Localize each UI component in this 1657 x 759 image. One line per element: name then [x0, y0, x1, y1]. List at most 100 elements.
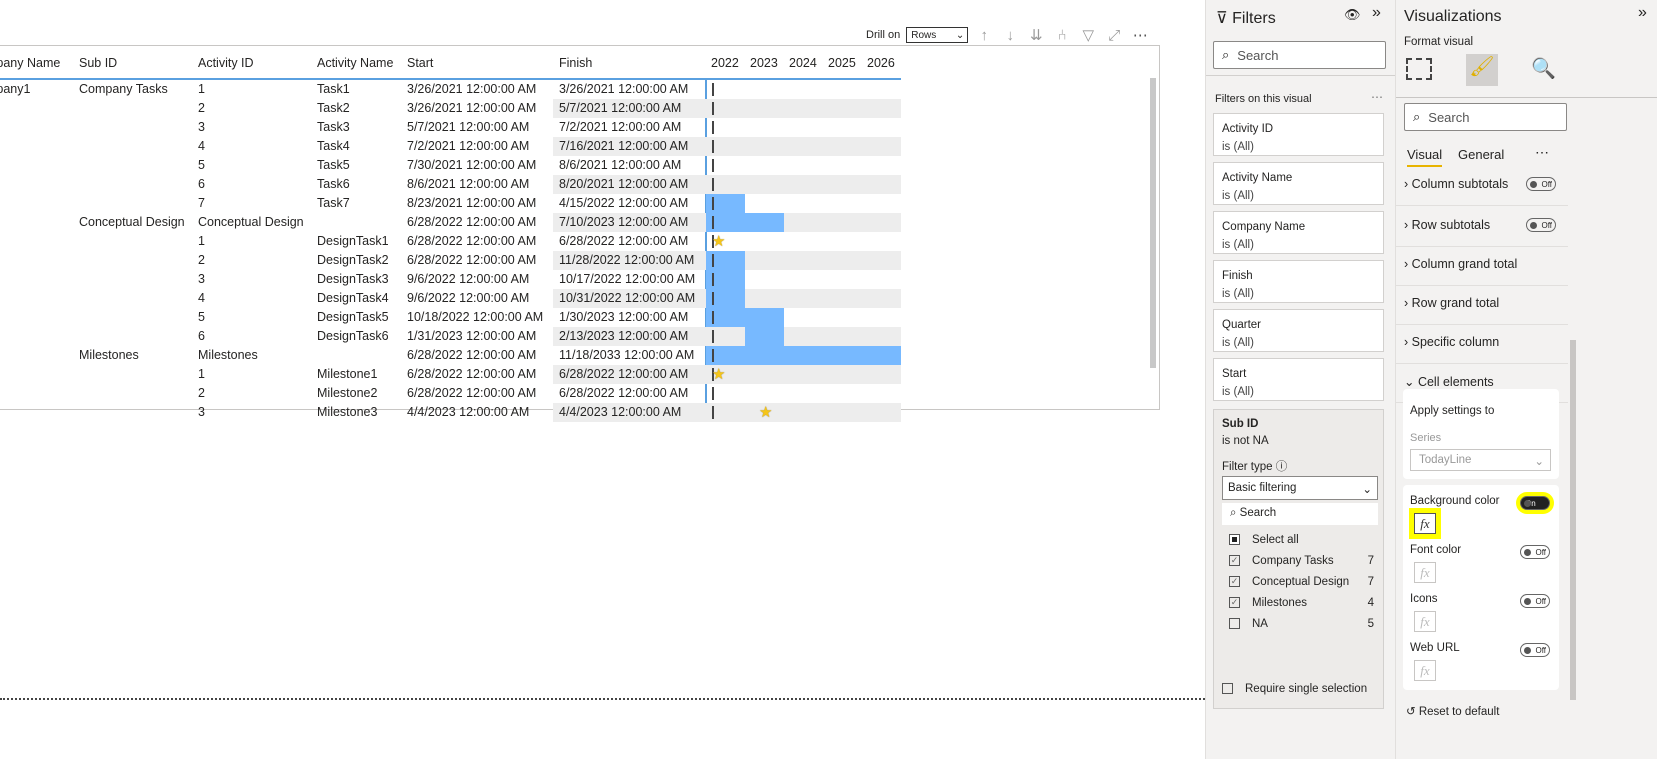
format-section[interactable]: ⌄ Cell elements [1404, 374, 1564, 389]
cell-id: 3 [198, 120, 205, 134]
conditional-format-fx-button[interactable]: fx [1414, 611, 1436, 632]
more-options-icon[interactable]: ⋯ [1371, 90, 1383, 104]
visualizations-search-input[interactable]: ⌕ Search [1404, 103, 1567, 131]
column-header[interactable]: Finish [559, 56, 592, 70]
build-visual-icon[interactable] [1406, 58, 1432, 80]
column-header[interactable]: Start [407, 56, 433, 70]
drill-on-select[interactable]: Rows ⌄ [906, 27, 969, 43]
cell-id: Milestones [198, 348, 258, 362]
toggle-on[interactable]: On [1520, 496, 1550, 510]
column-header[interactable]: Activity ID [198, 56, 254, 70]
cell-finish: 2/13/2023 12:00:00 AM [559, 329, 689, 343]
cell-option-label: Icons [1410, 593, 1438, 605]
filter-card[interactable]: Activity Name is (All) [1213, 162, 1384, 205]
table-row[interactable]: 7 Task7 8/23/2021 12:00:00 AM 4/15/2022 12:… [0, 194, 901, 213]
more-options-icon[interactable]: ⋯ [1130, 26, 1150, 44]
filter-value: is not NA [1222, 435, 1269, 447]
table-row[interactable]: 2 Task2 3/26/2021 12:00:00 AM 5/7/2021 12:0… [0, 99, 901, 118]
table-row[interactable]: 3 Task3 5/7/2021 12:00:00 AM 7/2/2021 12:00… [0, 118, 901, 137]
filter-option-checkbox[interactable]: NA 5 [1229, 618, 1374, 630]
year-column-header[interactable]: 2024 [789, 56, 817, 70]
reset-to-default-button[interactable]: ↺ Reset to default [1406, 704, 1499, 718]
filter-search-input[interactable]: ⌕ Search [1222, 503, 1378, 525]
filter-name: Finish [1222, 270, 1253, 282]
expand-hierarchy-icon[interactable]: ⑃ [1052, 27, 1072, 44]
require-single-selection-checkbox[interactable]: Require single selection [1222, 683, 1367, 695]
collapse-visualizations-icon[interactable]: » [1638, 4, 1647, 22]
conditional-format-fx-button[interactable]: fx [1414, 660, 1436, 681]
cell-finish: 4/15/2022 12:00:00 AM [559, 196, 689, 210]
year-column-header[interactable]: 2022 [711, 56, 739, 70]
toggle-off[interactable]: Off [1520, 594, 1550, 608]
cell-finish: 6/28/2022 12:00:00 AM [559, 234, 689, 248]
column-header[interactable]: Company Name [0, 56, 60, 70]
milestone-star-icon: ★ [712, 233, 726, 250]
column-header[interactable]: Activity Name [317, 56, 393, 70]
table-row[interactable]: 5 Task5 7/30/2021 12:00:00 AM 8/6/2021 12:0… [0, 156, 901, 175]
filter-card[interactable]: Activity ID is (All) [1213, 113, 1384, 156]
filter-type-select[interactable]: Basic filtering ⌄ [1222, 476, 1378, 500]
filter-option-checkbox[interactable]: ✓ Company Tasks 7 [1229, 555, 1374, 567]
next-level-icon[interactable]: ⇊ [1026, 26, 1046, 44]
analytics-icon[interactable]: 🔍 [1531, 56, 1556, 81]
format-section[interactable]: › Column subtotals Off [1404, 177, 1564, 191]
year-column-header[interactable]: 2026 [867, 56, 895, 70]
cell-finish: 1/30/2023 12:00:00 AM [559, 310, 689, 324]
format-section[interactable]: › Specific column [1404, 335, 1564, 349]
vertical-scrollbar[interactable] [1148, 58, 1158, 388]
toggle-off[interactable]: Off [1520, 643, 1550, 657]
format-section[interactable]: › Row grand total [1404, 296, 1564, 310]
filter-card[interactable]: Finish is (All) [1213, 260, 1384, 303]
select-all-checkbox[interactable]: Select all [1229, 534, 1299, 546]
table-row[interactable]: Company1 Company Tasks 1 Task1 3/26/2021 12:… [0, 80, 901, 99]
filter-option-checkbox[interactable]: ✓ Conceptual Design 7 [1229, 576, 1374, 588]
table-row[interactable]: 2 DesignTask2 6/28/2022 12:00:00 AM 11/28/2… [0, 251, 901, 270]
section-label: Column subtotals [1411, 177, 1509, 191]
toggle-off[interactable]: Off [1526, 218, 1556, 232]
filter-card[interactable]: Company Name is (All) [1213, 211, 1384, 254]
table-row[interactable]: 2 Milestone2 6/28/2022 12:00:00 AM 6/28/202… [0, 384, 901, 403]
table-row[interactable]: 6 Task6 8/6/2021 12:00:00 AM 8/20/2021 12:0… [0, 175, 901, 194]
filter-option-checkbox[interactable]: ✓ Milestones 4 [1229, 597, 1374, 609]
drill-up-icon[interactable]: ↑ [974, 27, 994, 44]
year-column-header[interactable]: 2025 [828, 56, 856, 70]
year-column-header[interactable]: 2023 [750, 56, 778, 70]
tab-general[interactable]: General [1458, 147, 1504, 162]
series-select[interactable]: TodayLine ⌄ [1410, 449, 1551, 471]
cell-finish: 11/18/2033 12:00:00 AM [559, 348, 695, 362]
table-row[interactable]: 3 DesignTask3 9/6/2022 12:00:00 AM 10/17/20… [0, 270, 901, 289]
drill-down-icon[interactable]: ↓ [1000, 27, 1020, 44]
table-row[interactable]: ★ 1 Milestone1 6/28/2022 12:00:00 AM 6/28/20… [0, 365, 901, 384]
cell-id: 3 [198, 272, 205, 286]
table-row[interactable]: Conceptual Design Conceptual Design 6/28/2… [0, 213, 901, 232]
cell-name: Milestone1 [317, 367, 378, 381]
cell-sub: Conceptual Design [79, 215, 185, 229]
table-row[interactable]: 4 DesignTask4 9/6/2022 12:00:00 AM 10/31/20… [0, 289, 901, 308]
toggle-off[interactable]: Off [1526, 177, 1556, 191]
conditional-format-fx-button[interactable]: fx [1414, 562, 1436, 583]
table-row[interactable]: ★ 1 DesignTask1 6/28/2022 12:00:00 AM 6/28/2… [0, 232, 901, 251]
toggle-off[interactable]: Off [1520, 545, 1550, 559]
conditional-format-fx-button[interactable]: fx [1414, 513, 1436, 534]
cell-option-label: Font color [1410, 544, 1462, 556]
cell-start: 6/28/2022 12:00:00 AM [407, 348, 537, 362]
format-section[interactable]: › Row subtotals Off [1404, 218, 1564, 232]
more-options-icon[interactable]: ⋯ [1535, 144, 1549, 161]
table-row[interactable]: ★ 3 Milestone3 4/4/2023 12:00:00 AM 4/4/2023… [0, 403, 901, 422]
table-row[interactable]: 4 Task4 7/2/2021 12:00:00 AM 7/16/2021 12:0… [0, 137, 901, 156]
filter-card[interactable]: Quarter is (All) [1213, 309, 1384, 352]
format-paintbrush-icon[interactable]: 🖌 [1466, 54, 1498, 86]
filters-search-input[interactable]: ⌕ Search [1213, 41, 1386, 69]
table-row[interactable]: 6 DesignTask6 1/31/2023 12:00:00 AM 2/13/20… [0, 327, 901, 346]
tab-visual[interactable]: Visual [1407, 147, 1443, 167]
filter-card[interactable]: Start is (All) [1213, 358, 1384, 401]
focus-mode-icon[interactable]: ⤢ [1104, 27, 1124, 44]
table-row[interactable]: 5 DesignTask5 10/18/2022 12:00:00 AM 1/30/2… [0, 308, 901, 327]
filter-card-sub-id[interactable]: Sub ID is not NA Filter type ⓘ Basic fil… [1213, 409, 1384, 709]
collapse-filters-icon[interactable]: » [1372, 4, 1381, 22]
format-section[interactable]: › Column grand total [1404, 257, 1564, 271]
column-header[interactable]: Sub ID [79, 56, 117, 70]
filter-icon[interactable]: ▽ [1078, 26, 1098, 44]
eye-icon[interactable]: 👁 [1344, 7, 1361, 23]
table-row[interactable]: Milestones Milestones 6/28/2022 12:00:00 A… [0, 346, 901, 365]
